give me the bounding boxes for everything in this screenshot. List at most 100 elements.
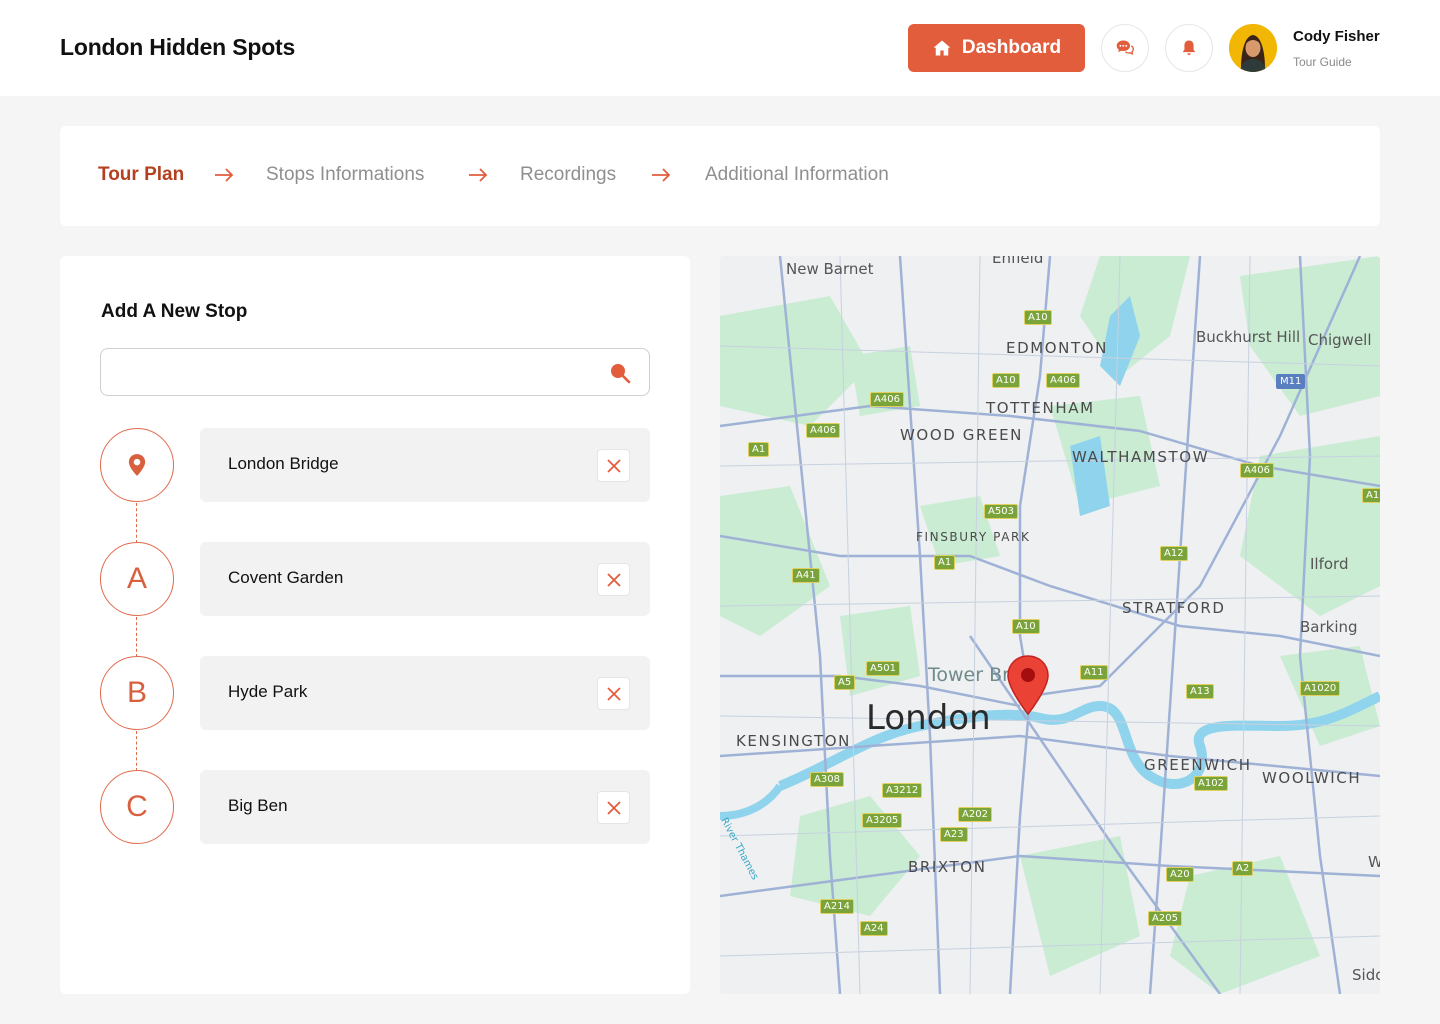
road-shield: A308: [810, 772, 844, 787]
map-view[interactable]: New Barnet Enfield EDMONTON Buckhurst Hi…: [720, 256, 1380, 994]
road-shield: A3212: [882, 783, 923, 798]
dashboard-button[interactable]: Dashboard: [908, 24, 1085, 72]
stop-connector: [136, 731, 137, 771]
location-pin-icon: [128, 454, 146, 476]
arrow-right-icon: [652, 168, 671, 182]
close-icon: [606, 686, 621, 701]
road-shield: A5: [834, 675, 856, 690]
remove-stop-button[interactable]: [597, 563, 630, 596]
user-avatar-icon: [1229, 24, 1277, 72]
remove-stop-button[interactable]: [597, 449, 630, 482]
stop-connector: [136, 617, 137, 657]
road-shield: A20: [1166, 867, 1194, 882]
stop-item[interactable]: Big Ben: [200, 770, 650, 844]
road-shield: A406: [870, 392, 904, 407]
stop-label: Hyde Park: [228, 682, 308, 701]
tour-stepper: Tour Plan Stops Informations Recordings …: [60, 126, 1380, 226]
road-shield: A501: [866, 661, 900, 676]
map-town-label: Enfield: [992, 256, 1044, 267]
road-shield: A406: [806, 423, 840, 438]
stop-label: Covent Garden: [228, 568, 344, 587]
map-area-label: WOOLWICH: [1262, 769, 1362, 787]
road-shield: A406: [1046, 373, 1080, 388]
road-shield: A1: [934, 555, 956, 570]
road-shield: A11: [1080, 665, 1108, 680]
bell-icon: [1182, 40, 1196, 56]
stop-item[interactable]: London Bridge: [200, 428, 650, 502]
road-shield: A24: [860, 921, 888, 936]
map-town-label: Ilford: [1310, 555, 1349, 573]
road-shield: A102: [1194, 776, 1228, 791]
map-area-label: FINSBURY PARK: [916, 530, 1031, 544]
notifications-button[interactable]: [1165, 24, 1213, 72]
map-town-label: New Barnet: [786, 260, 874, 278]
close-icon: [606, 458, 621, 473]
app-title: London Hidden Spots: [60, 34, 296, 60]
road-shield: A1: [748, 442, 770, 457]
close-icon: [606, 572, 621, 587]
add-stop-panel: Add A New Stop London Bridge A Covent Ga…: [60, 256, 690, 994]
road-shield: A205: [1148, 911, 1182, 926]
map-area-label: STRATFORD: [1122, 599, 1226, 617]
panel-title: Add A New Stop: [101, 301, 248, 322]
step-stops-informations[interactable]: Stops Informations: [266, 164, 424, 186]
stop-item[interactable]: Hyde Park: [200, 656, 650, 730]
search-icon[interactable]: [609, 362, 631, 384]
map-area-label: KENSINGTON: [736, 732, 851, 750]
map-area-label: WOOD GREEN: [900, 426, 1023, 444]
map-city-label: London: [866, 698, 991, 738]
map-town-label: Barking: [1300, 618, 1358, 636]
step-tour-plan[interactable]: Tour Plan: [98, 164, 184, 186]
road-shield: A23: [940, 827, 968, 842]
map-pin-icon[interactable]: [1006, 654, 1050, 716]
map-town-label: Chigwell: [1308, 331, 1372, 349]
map-town-label: Buckhurst Hill: [1196, 328, 1301, 346]
road-shield: A10: [1024, 310, 1052, 325]
user-name: Cody Fisher: [1293, 28, 1380, 45]
arrow-right-icon: [215, 168, 234, 182]
road-shield: A10: [1012, 619, 1040, 634]
map-area-label: TOTTENHAM: [986, 399, 1095, 417]
dashboard-label: Dashboard: [961, 37, 1062, 58]
road-shield: A1: [1362, 488, 1380, 503]
stop-marker-c: C: [100, 770, 174, 844]
road-shield: A12: [1160, 546, 1188, 561]
road-shield: A214: [820, 899, 854, 914]
road-shield: A41: [792, 568, 820, 583]
road-shield: A2: [1232, 861, 1254, 876]
close-icon: [606, 800, 621, 815]
step-recordings[interactable]: Recordings: [520, 164, 616, 186]
stop-marker-b: B: [100, 656, 174, 730]
road-shield: A202: [958, 807, 992, 822]
road-shield: M11: [1276, 374, 1306, 389]
arrow-right-icon: [469, 168, 488, 182]
avatar[interactable]: [1229, 24, 1277, 72]
map-area-label: EDMONTON: [1006, 339, 1108, 357]
step-additional-information[interactable]: Additional Information: [705, 164, 889, 186]
road-shield: A406: [1240, 463, 1274, 478]
road-shield: A503: [984, 504, 1018, 519]
map-town-label: Sidc: [1352, 966, 1380, 984]
chat-icon: [1116, 40, 1135, 55]
stop-marker-pin: [100, 428, 174, 502]
map-town-label: Tower Br: [928, 664, 1010, 686]
stop-search-box: [100, 348, 650, 396]
stop-label: London Bridge: [228, 454, 339, 473]
road-shield: A10: [992, 373, 1020, 388]
remove-stop-button[interactable]: [597, 791, 630, 824]
map-background: [720, 256, 1380, 994]
road-shield: A3205: [862, 813, 903, 828]
top-header: London Hidden Spots Dashboard Cody Fishe…: [0, 0, 1440, 96]
map-area-label: WALTHAMSTOW: [1072, 448, 1210, 466]
stop-item[interactable]: Covent Garden: [200, 542, 650, 616]
stop-label: Big Ben: [228, 796, 288, 815]
stop-marker-a: A: [100, 542, 174, 616]
remove-stop-button[interactable]: [597, 677, 630, 710]
chat-button[interactable]: [1101, 24, 1149, 72]
stop-search-input[interactable]: [115, 359, 595, 387]
home-icon: [933, 40, 951, 56]
stop-connector: [136, 503, 137, 543]
road-shield: A13: [1186, 684, 1214, 699]
map-area-label: BRIXTON: [908, 858, 987, 876]
map-area-label: GREENWICH: [1144, 756, 1252, 774]
